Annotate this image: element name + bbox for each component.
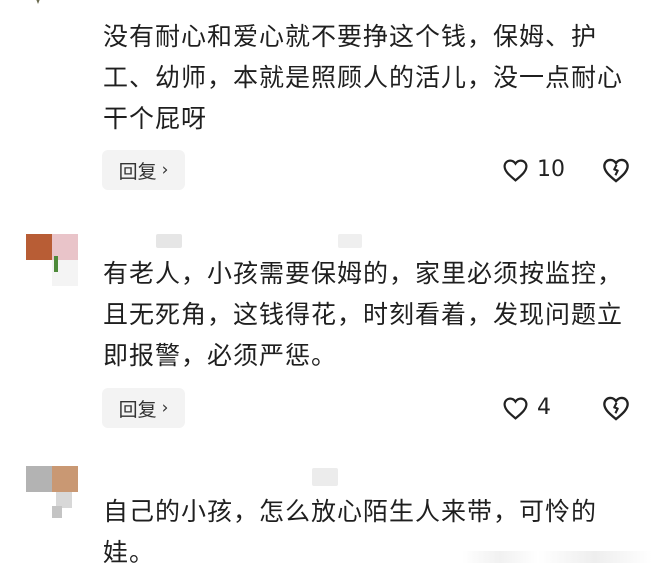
- heart-outline-icon: [503, 159, 528, 182]
- reply-label: 回复: [118, 398, 157, 421]
- chevron-right-icon: ›: [161, 160, 169, 180]
- username-suffix: [338, 234, 362, 248]
- avatar[interactable]: [26, 466, 78, 518]
- chevron-right-icon: ›: [161, 398, 169, 418]
- broken-heart-icon[interactable]: [602, 395, 630, 421]
- comment-item: 有老人，小孩需要保姆的，家里必须按监控，且无死角，这钱得花，时刻看着，发现问题立…: [0, 205, 660, 450]
- like-count: 4: [537, 395, 551, 420]
- like-button[interactable]: 10: [502, 157, 565, 182]
- comment-item: 没有耐心和爱心就不要挣这个钱，保姆、护工、幼师，本就是照顾人的活儿，没一点耐心干…: [0, 0, 660, 205]
- broken-heart-icon[interactable]: [602, 157, 630, 183]
- reply-button[interactable]: 回复 ›: [102, 388, 185, 428]
- comment-item: 自己的小孩，怎么放心陌生人来带，可怜的娃。: [0, 450, 660, 567]
- reply-label: 回复: [118, 160, 157, 183]
- username[interactable]: [312, 468, 338, 486]
- username[interactable]: [156, 234, 182, 248]
- comment-text: 没有耐心和爱心就不要挣这个钱，保姆、护工、幼师，本就是照顾人的活儿，没一点耐心干…: [103, 22, 624, 133]
- like-count: 10: [537, 157, 565, 182]
- like-button[interactable]: 4: [502, 395, 551, 420]
- heart-outline-icon: [503, 397, 528, 420]
- reply-button[interactable]: 回复 ›: [102, 150, 185, 190]
- comment-text: 有老人，小孩需要保姆的，家里必须按监控，且无死角，这钱得花，时刻看着，发现问题立…: [103, 259, 624, 370]
- watermark: [462, 551, 652, 563]
- avatar[interactable]: [26, 234, 78, 286]
